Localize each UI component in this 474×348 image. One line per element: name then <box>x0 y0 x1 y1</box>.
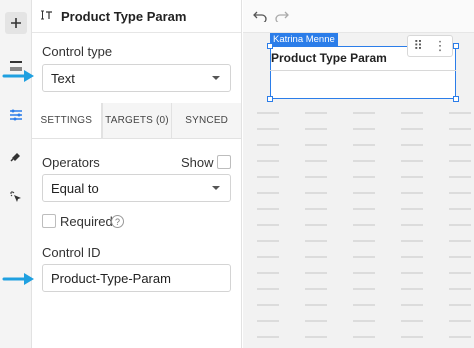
control-type-value: Text <box>51 70 75 86</box>
grid-row <box>257 288 474 290</box>
grid-row <box>257 224 474 226</box>
grid-row <box>257 256 474 258</box>
tab-settings[interactable]: SETTINGS <box>32 103 102 138</box>
control-id-input[interactable]: Product-Type-Param <box>42 264 231 292</box>
canvas-toolbar <box>243 0 474 33</box>
interaction-icon[interactable] <box>5 186 27 208</box>
control-id-value: Product-Type-Param <box>51 270 171 286</box>
control-element-title: Product Type Param <box>271 51 387 65</box>
resize-handle[interactable] <box>453 96 459 102</box>
panel-title: Product Type Param <box>61 8 187 24</box>
control-type-select[interactable]: Text <box>42 64 231 92</box>
required-label: Required <box>60 214 113 229</box>
panel-header: Product Type Param <box>32 0 241 33</box>
grid-row <box>257 176 474 178</box>
more-options-icon[interactable]: ⋮ <box>434 40 447 53</box>
help-icon[interactable]: ? <box>111 215 124 228</box>
collaborator-badge: Katrina Menne <box>270 33 338 46</box>
chevron-down-icon <box>212 76 220 80</box>
show-label: Show <box>181 155 214 170</box>
tool-rail <box>0 0 32 348</box>
show-operators-checkbox[interactable] <box>217 155 231 169</box>
grid-row <box>257 320 474 322</box>
control-input-divider <box>270 70 456 71</box>
properties-panel: Product Type Param Control type Text SET… <box>32 0 242 348</box>
resize-handle[interactable] <box>453 43 459 49</box>
control-id-label: Control ID <box>42 245 101 260</box>
grid-row <box>257 128 474 130</box>
text-control-icon <box>40 9 53 24</box>
tab-targets[interactable]: TARGETS (0) <box>101 103 172 138</box>
operator-select[interactable]: Equal to <box>42 174 231 202</box>
drag-handle-icon[interactable]: ⠿ <box>413 40 423 53</box>
plus-icon[interactable] <box>5 12 27 34</box>
callout-arrow-icon <box>2 273 34 285</box>
redo-icon[interactable] <box>273 7 291 25</box>
grid-row <box>257 208 474 210</box>
grid-row <box>257 112 474 114</box>
grid-row <box>257 304 474 306</box>
grid-row <box>257 144 474 146</box>
tab-synced[interactable]: SYNCED <box>171 103 242 138</box>
callout-arrow-icon <box>2 70 34 82</box>
chevron-down-icon <box>212 186 220 190</box>
panel-tabs: SETTINGS TARGETS (0) SYNCED <box>32 103 242 139</box>
grid-row <box>257 192 474 194</box>
operator-value: Equal to <box>51 180 99 196</box>
operators-label: Operators <box>42 155 100 170</box>
resize-handle[interactable] <box>267 43 273 49</box>
grid-row <box>257 240 474 242</box>
grid-row <box>257 336 474 338</box>
grid-row <box>257 160 474 162</box>
format-paint-icon[interactable] <box>5 145 27 167</box>
undo-icon[interactable] <box>251 7 269 25</box>
control-type-label: Control type <box>42 44 113 59</box>
required-checkbox[interactable] <box>42 214 56 228</box>
element-toolbar: ⠿ ⋮ <box>407 35 453 57</box>
grid-row <box>257 272 474 274</box>
properties-icon[interactable] <box>5 104 27 126</box>
resize-handle[interactable] <box>267 96 273 102</box>
